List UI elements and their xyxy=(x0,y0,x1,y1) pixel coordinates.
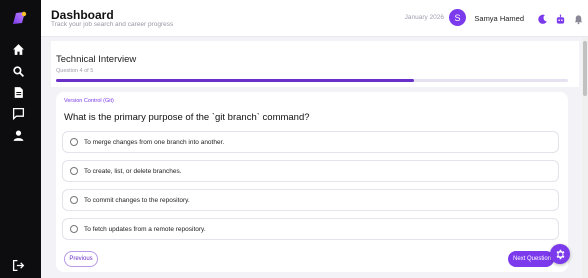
question-category: Version Control (Git) xyxy=(64,98,114,104)
answer-option-label: To create, list, or delete branches. xyxy=(84,167,182,175)
logout-icon xyxy=(12,259,24,271)
moon-icon xyxy=(538,14,547,24)
settings-fab-button[interactable] xyxy=(550,244,570,264)
sidebar-item-documents[interactable] xyxy=(11,85,25,99)
answer-option-label: To merge changes from one branch into an… xyxy=(84,138,225,146)
sidebar-item-messages[interactable] xyxy=(11,106,25,120)
answer-option[interactable]: To create, list, or delete branches. xyxy=(62,160,559,182)
theme-toggle-button[interactable] xyxy=(537,12,548,24)
document-icon xyxy=(14,86,23,98)
sidebar-item-search[interactable] xyxy=(11,64,25,78)
previous-button[interactable]: Previous xyxy=(64,251,98,267)
question-text: What is the primary purpose of the `git … xyxy=(64,112,310,123)
logout-button[interactable] xyxy=(11,258,25,272)
app-logo-icon[interactable] xyxy=(10,9,28,27)
sidebar-item-home[interactable] xyxy=(11,42,25,56)
top-bar: Dashboard Track your job search and care… xyxy=(41,0,588,37)
home-icon xyxy=(12,43,24,55)
assistant-button[interactable] xyxy=(555,12,566,24)
avatar[interactable]: S xyxy=(449,9,466,26)
scrollbar-thumb[interactable] xyxy=(583,41,587,96)
gear-icon xyxy=(556,249,564,259)
scrollbar[interactable] xyxy=(582,37,588,278)
radio-button[interactable] xyxy=(70,167,78,175)
radio-button[interactable] xyxy=(70,138,78,146)
bell-icon xyxy=(574,15,583,25)
interview-header: Technical Interview Question 4 of 5 xyxy=(51,41,579,87)
notifications-button[interactable] xyxy=(573,12,584,25)
progress-bar xyxy=(56,79,568,82)
radio-button[interactable] xyxy=(70,196,78,204)
page-title: Dashboard xyxy=(51,8,114,22)
search-icon xyxy=(12,65,24,77)
answer-option[interactable]: To merge changes from one branch into an… xyxy=(62,131,559,153)
sidebar-item-profile[interactable] xyxy=(11,128,25,142)
answer-option[interactable]: To commit changes to the repository. xyxy=(62,189,559,211)
interview-title: Technical Interview xyxy=(56,54,137,65)
current-date: January 2026 xyxy=(404,14,444,21)
robot-icon xyxy=(556,14,565,24)
sidebar xyxy=(0,0,41,278)
answer-option-label: To commit changes to the repository. xyxy=(84,196,190,204)
user-name[interactable]: Samya Hamed xyxy=(474,14,524,23)
chat-icon xyxy=(12,107,24,120)
radio-button[interactable] xyxy=(70,225,78,233)
progress-bar-fill xyxy=(56,79,415,82)
next-question-button[interactable]: Next Question xyxy=(508,251,554,267)
page-subtitle: Track your job search and career progres… xyxy=(51,21,174,28)
user-icon xyxy=(13,130,23,141)
answer-option-label: To fetch updates from a remote repositor… xyxy=(84,225,206,233)
question-card: Version Control (Git) What is the primar… xyxy=(56,92,568,272)
answer-option[interactable]: To fetch updates from a remote repositor… xyxy=(62,218,559,240)
question-counter: Question 4 of 5 xyxy=(56,68,94,74)
